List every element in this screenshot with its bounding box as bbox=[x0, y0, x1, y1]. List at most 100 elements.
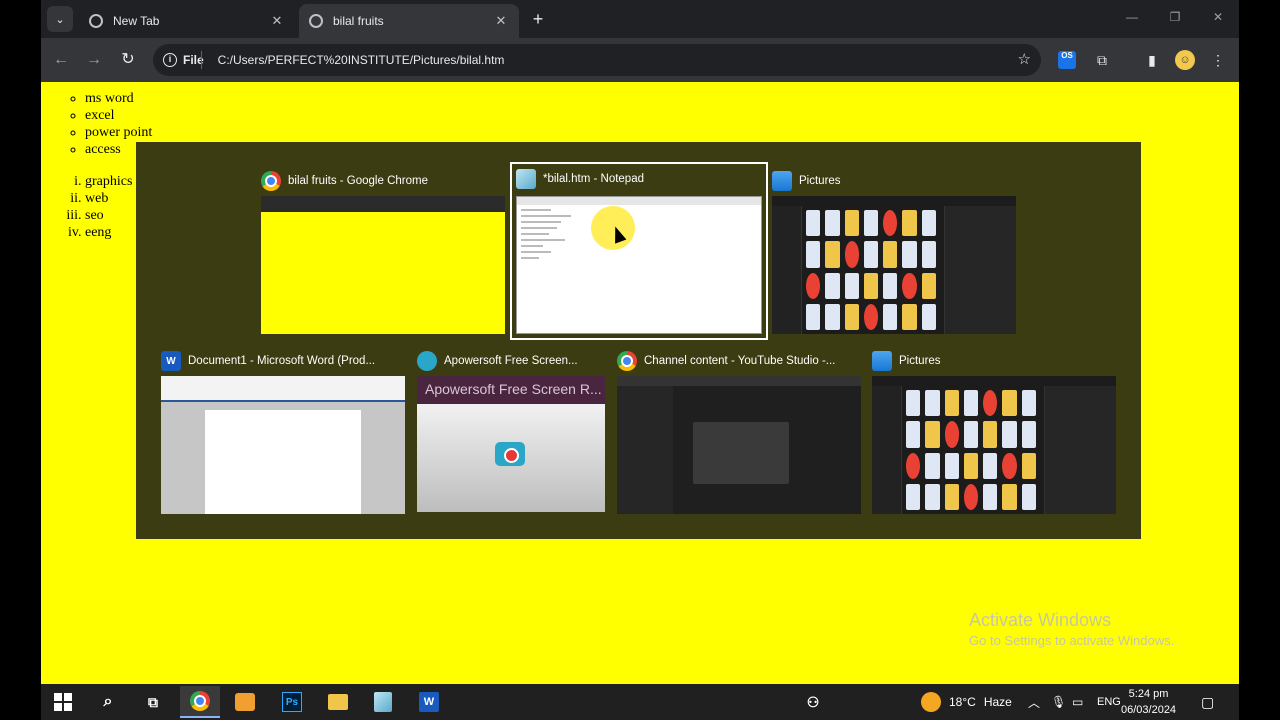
windows-logo-icon bbox=[54, 693, 72, 711]
profile-avatar[interactable]: ☺ bbox=[1175, 50, 1195, 70]
notepad-icon bbox=[516, 169, 536, 189]
sun-haze-icon bbox=[921, 692, 941, 712]
browser-window: ⌄ New Tab ✕ bilal fruits ✕ + — ❐ ✕ ← → ↻… bbox=[41, 0, 1239, 684]
tab-strip: ⌄ New Tab ✕ bilal fruits ✕ + — ❐ ✕ bbox=[41, 0, 1239, 38]
window-thumbnail bbox=[872, 376, 1116, 514]
forward-button[interactable]: → bbox=[82, 48, 106, 72]
window-close-button[interactable]: ✕ bbox=[1208, 10, 1228, 24]
window-thumbnail: Apowersoft Free Screen R... bbox=[417, 376, 605, 512]
window-title: Pictures bbox=[772, 168, 841, 194]
taskbar-chrome-button[interactable] bbox=[180, 686, 220, 718]
weather-widget[interactable]: 18°C Haze bbox=[921, 684, 1012, 720]
back-button[interactable]: ← bbox=[49, 48, 73, 72]
language-indicator[interactable]: ENG bbox=[1097, 684, 1121, 720]
pictures-icon bbox=[872, 351, 892, 371]
watermark-subtitle: Go to Settings to activate Windows. bbox=[969, 633, 1175, 648]
bookmark-star-icon[interactable]: ☆ bbox=[1018, 50, 1031, 68]
close-icon[interactable]: ✕ bbox=[269, 13, 285, 29]
close-icon[interactable]: ✕ bbox=[493, 13, 509, 29]
screen-bezel-left bbox=[0, 0, 41, 720]
window-title-text: Pictures bbox=[799, 175, 841, 187]
tab-bilal-fruits[interactable]: bilal fruits ✕ bbox=[299, 4, 519, 38]
tab-label: New Tab bbox=[113, 14, 160, 28]
camera-icon bbox=[495, 442, 525, 466]
maximize-button[interactable]: ❐ bbox=[1165, 10, 1185, 24]
window-title-text: bilal fruits - Google Chrome bbox=[288, 175, 428, 187]
info-icon[interactable]: i bbox=[163, 53, 177, 67]
switcher-window-chrome[interactable]: bilal fruits - Google Chrome bbox=[261, 168, 505, 336]
window-title-text: Channel content - YouTube Studio -... bbox=[644, 355, 836, 367]
taskbar-notepad-button[interactable] bbox=[371, 690, 395, 714]
side-panel-icon[interactable]: ▮ bbox=[1141, 49, 1163, 71]
taskbar-media-player-button[interactable] bbox=[233, 690, 257, 714]
window-title: *bilal.htm - Notepad bbox=[516, 166, 644, 192]
windows-taskbar: ⌕ ⧉ Ps W ⚇ 18°C Haze ︿ 🎙 ▭ ENG 5:24 pm 0… bbox=[41, 684, 1239, 720]
clock-date: 06/03/2024 bbox=[1121, 704, 1177, 716]
minimize-button[interactable]: — bbox=[1122, 10, 1142, 24]
chrome-icon bbox=[190, 691, 210, 711]
show-hidden-icons-chevron-icon[interactable]: ︿ bbox=[1028, 684, 1040, 720]
apowersoft-icon bbox=[417, 351, 437, 371]
start-button[interactable] bbox=[51, 690, 75, 714]
menu-kebab-icon[interactable]: ⋮ bbox=[1207, 49, 1229, 71]
tab-search-button[interactable]: ⌄ bbox=[47, 6, 73, 32]
switcher-window-pictures-2[interactable]: Pictures bbox=[872, 348, 1116, 514]
taskbar-word-button[interactable]: W bbox=[417, 690, 441, 714]
window-title: bilal fruits - Google Chrome bbox=[261, 168, 428, 194]
globe-icon bbox=[309, 14, 323, 28]
omnibox-divider bbox=[201, 51, 202, 69]
task-view-icon[interactable]: ⧉ bbox=[141, 690, 165, 714]
window-title-text: *bilal.htm - Notepad bbox=[543, 173, 644, 185]
switcher-window-pictures[interactable]: Pictures bbox=[772, 168, 1016, 336]
list-item: excel bbox=[85, 107, 152, 124]
switcher-window-notepad[interactable]: *bilal.htm - Notepad bbox=[510, 162, 768, 340]
reload-button[interactable]: ↻ bbox=[116, 48, 140, 72]
folder-icon bbox=[328, 694, 348, 710]
chrome-icon bbox=[617, 351, 637, 371]
taskbar-file-explorer-button[interactable] bbox=[326, 690, 350, 714]
word-icon: W bbox=[419, 692, 439, 712]
window-title: W Document1 - Microsoft Word (Prod... bbox=[161, 348, 375, 374]
browser-toolbar: ← → ↻ i File C:/Users/PERFECT%20INSTITUT… bbox=[41, 38, 1239, 82]
chevron-down-icon: ⌄ bbox=[55, 13, 65, 26]
list-item: ms word bbox=[85, 90, 152, 107]
list-item: power point bbox=[85, 124, 152, 141]
activate-windows-watermark: Activate Windows Go to Settings to activ… bbox=[969, 610, 1174, 648]
screen-bezel-right bbox=[1239, 0, 1280, 720]
people-icon[interactable]: ⚇ bbox=[801, 690, 825, 714]
notification-icon[interactable]: ▢ bbox=[1201, 684, 1214, 720]
window-title-text: Pictures bbox=[899, 355, 941, 367]
notepad-icon bbox=[374, 692, 392, 712]
switcher-window-apowersoft[interactable]: Apowersoft Free Screen... Apowersoft Fre… bbox=[417, 348, 605, 514]
extension-os-icon[interactable]: OS bbox=[1058, 51, 1076, 69]
thumbnail-header-text: Apowersoft Free Screen R... bbox=[417, 376, 605, 404]
pictures-icon bbox=[772, 171, 792, 191]
microphone-icon[interactable]: 🎙 bbox=[1051, 684, 1066, 720]
watermark-title: Activate Windows bbox=[969, 610, 1112, 630]
chrome-icon bbox=[261, 171, 281, 191]
weather-temp: 18°C bbox=[949, 695, 976, 709]
search-icon[interactable]: ⌕ bbox=[96, 690, 120, 714]
address-bar[interactable]: i File C:/Users/PERFECT%20INSTITUTE/Pict… bbox=[153, 44, 1041, 76]
window-title: Apowersoft Free Screen... bbox=[417, 348, 578, 374]
arrow-right-icon: → bbox=[86, 51, 102, 68]
list-item: seo bbox=[85, 207, 132, 224]
taskbar-clock[interactable]: 5:24 pm 06/03/2024 bbox=[1121, 686, 1176, 718]
clock-time: 5:24 pm bbox=[1128, 688, 1169, 700]
switcher-window-youtube-studio[interactable]: Channel content - YouTube Studio -... bbox=[617, 348, 861, 514]
window-thumbnail bbox=[516, 196, 762, 334]
taskbar-photoshop-button[interactable]: Ps bbox=[280, 690, 304, 714]
new-tab-button[interactable]: + bbox=[527, 8, 549, 30]
switcher-window-word[interactable]: W Document1 - Microsoft Word (Prod... bbox=[161, 348, 405, 514]
extensions-puzzle-icon[interactable]: ⧉ bbox=[1091, 49, 1113, 71]
window-title-text: Apowersoft Free Screen... bbox=[444, 355, 578, 367]
battery-icon[interactable]: ▭ bbox=[1072, 684, 1083, 720]
tab-new-tab[interactable]: New Tab ✕ bbox=[79, 4, 295, 38]
window-thumbnail bbox=[261, 196, 505, 334]
task-switcher: bilal fruits - Google Chrome *bilal.htm … bbox=[136, 142, 1141, 539]
list-item: web bbox=[85, 190, 132, 207]
window-thumbnail bbox=[617, 376, 861, 514]
word-icon: W bbox=[161, 351, 181, 371]
url-text: C:/Users/PERFECT%20INSTITUTE/Pictures/bi… bbox=[217, 53, 505, 67]
globe-icon bbox=[89, 14, 103, 28]
